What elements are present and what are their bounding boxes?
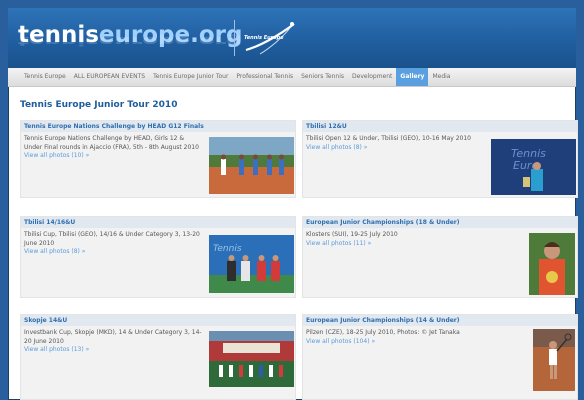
nav-media[interactable]: Media <box>428 68 454 86</box>
view-all-photos-link[interactable]: View all photos (11) » <box>306 240 486 249</box>
photo-thumbnail[interactable] <box>209 137 294 194</box>
photo-thumbnail[interactable]: Tennis Euro <box>491 139 576 195</box>
card-title-link[interactable]: Tbilisi 12&U <box>303 121 577 132</box>
nav-junior-tour[interactable]: Tennis Europe Junior Tour <box>149 68 232 86</box>
card-title-link[interactable]: Tbilisi 14/16&U <box>21 217 295 228</box>
photo-thumbnail[interactable] <box>533 329 575 391</box>
trophy-photo-icon: Tennis Euro <box>491 139 576 195</box>
ceremony-photo-icon <box>209 331 294 387</box>
card-title-link[interactable]: Skopje 14&U <box>21 315 295 326</box>
page-title: Tennis Europe Junior Tour 2010 <box>20 100 178 110</box>
main-nav: Tennis Europe ALL EUROPEAN EVENTS Tennis… <box>8 68 576 87</box>
badge-text: Tennis Europe <box>244 35 284 41</box>
nav-development[interactable]: Development <box>348 68 396 86</box>
players-photo-icon: Tennis <box>209 235 294 293</box>
nav-seniors-tennis[interactable]: Seniors Tennis <box>297 68 348 86</box>
view-all-photos-link[interactable]: View all photos (13) » <box>24 346 204 355</box>
card-description: Tbilisi Cup, Tbilisi (GEO), 14/16 & Unde… <box>24 231 204 257</box>
gallery-card: Tennis Europe Nations Challenge by HEAD … <box>20 120 296 198</box>
nav-gallery[interactable]: Gallery <box>396 68 429 86</box>
card-title-link[interactable]: Tennis Europe Nations Challenge by HEAD … <box>21 121 295 132</box>
logo-divider <box>234 20 235 56</box>
gallery-card: Tbilisi 12&U Tbilisi Open 12 & Under, Tb… <box>302 120 578 198</box>
gallery-card: Tbilisi 14/16&U Tbilisi Cup, Tbilisi (GE… <box>20 216 296 298</box>
tennis-europe-badge: Tennis Europe <box>240 18 300 58</box>
nav-professional-tennis[interactable]: Professional Tennis <box>232 68 297 86</box>
card-title-link[interactable]: European Junior Championships (14 & Unde… <box>303 315 577 326</box>
card-description: Investbank Cup, Skopje (MKD), 14 & Under… <box>24 329 204 355</box>
view-all-photos-link[interactable]: View all photos (10) » <box>24 152 204 161</box>
player-action-icon <box>533 329 575 391</box>
site-header: tenniseurope.org tenniseurope.org Tennis… <box>8 8 576 68</box>
view-all-photos-link[interactable]: View all photos (8) » <box>306 144 486 153</box>
team-photo-icon <box>209 137 294 194</box>
view-all-photos-link[interactable]: View all photos (104) » <box>306 338 486 347</box>
nav-all-european-events[interactable]: ALL EUROPEAN EVENTS <box>70 68 149 86</box>
gallery-card: Skopje 14&U Investbank Cup, Skopje (MKD)… <box>20 314 296 400</box>
gallery-card: European Junior Championships (14 & Unde… <box>302 314 578 400</box>
player-portrait-icon <box>529 233 575 295</box>
photo-thumbnail[interactable] <box>209 331 294 387</box>
card-description: Tennis Europe Nations Challenge by HEAD,… <box>24 135 204 161</box>
view-all-photos-link[interactable]: View all photos (8) » <box>24 248 204 257</box>
card-description: Tbilisi Open 12 & Under, Tbilisi (GEO), … <box>306 135 486 152</box>
svg-text:Tennis: Tennis <box>213 244 242 254</box>
gallery-card: European Junior Championships (18 & Unde… <box>302 216 578 298</box>
nav-tennis-europe[interactable]: Tennis Europe <box>20 68 70 86</box>
photo-thumbnail[interactable] <box>529 233 575 295</box>
card-description: Klosters (SUI), 19-25 July 2010 View all… <box>306 231 486 248</box>
card-description: Pilzen (CZE), 18-25 July 2010, Photos: ©… <box>306 329 486 346</box>
photo-thumbnail[interactable]: Tennis <box>209 235 294 293</box>
logo-reflection: tenniseurope.org <box>18 33 243 48</box>
card-title-link[interactable]: European Junior Championships (18 & Unde… <box>303 217 577 228</box>
